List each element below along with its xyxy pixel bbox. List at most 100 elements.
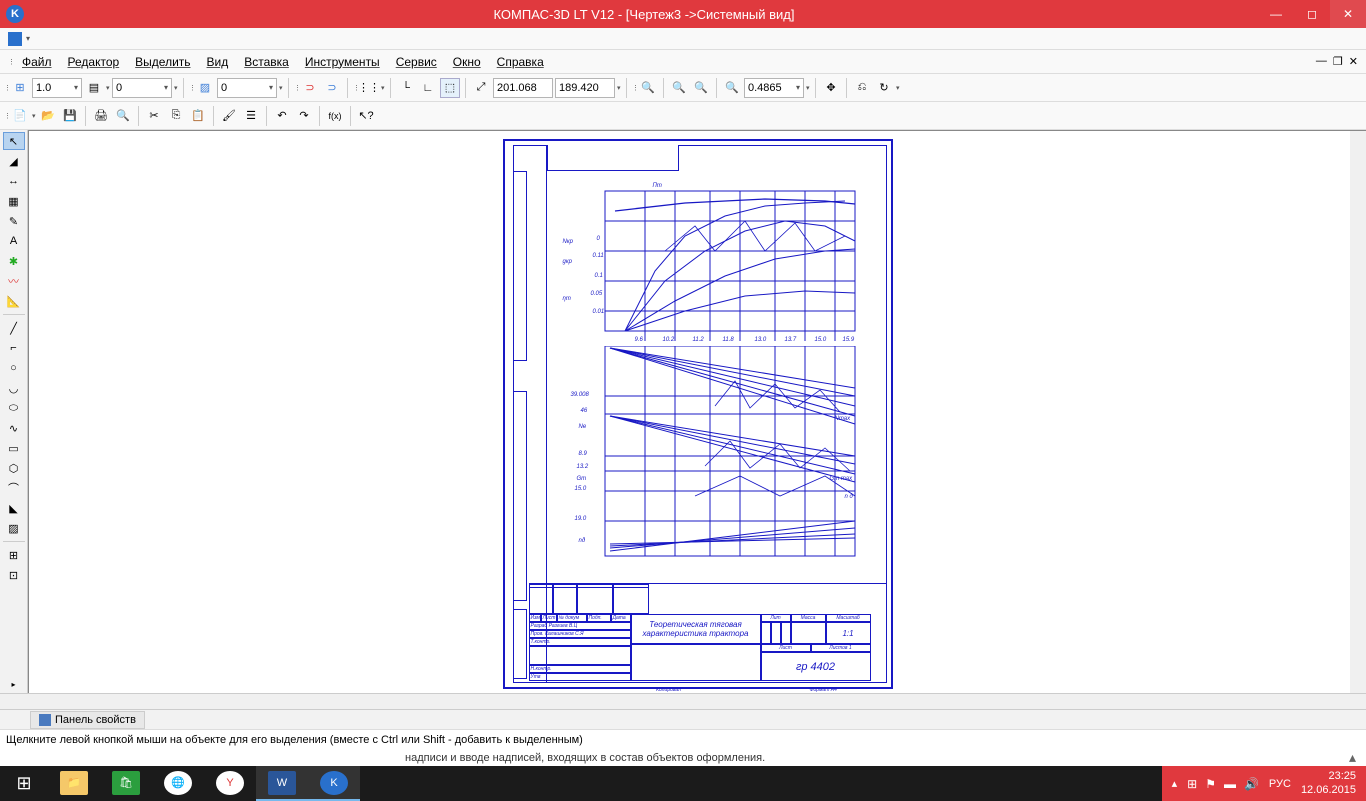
tool-measure[interactable]: 📐 <box>3 292 25 310</box>
toolbar-file: ⋮ 📄 ▾ 📂 💾 🖨 🔍 ✂ ⎘ 📋 🖌 ☰ ↶ ↷ f(x) ↖? <box>0 102 1366 130</box>
maximize-button[interactable]: ◻ <box>1294 0 1330 28</box>
snap-icon[interactable]: ⊞ <box>10 78 30 98</box>
mdi-minimize[interactable]: — <box>1316 55 1327 68</box>
task-store[interactable]: 🛍 <box>100 766 152 801</box>
menu-insert[interactable]: Вставка <box>238 52 295 72</box>
tool-rect[interactable]: ▭ <box>3 439 25 457</box>
tool-a2[interactable]: ⊡ <box>3 566 25 584</box>
chart-upper: Пт Nкр gкр ηт 0 0.11 0.1 0.05 0.01 9.6 1… <box>565 181 865 346</box>
horizontal-scrollbar[interactable] <box>0 693 1366 709</box>
tool-a1[interactable]: ⊞ <box>3 546 25 564</box>
tray-network-icon[interactable]: ▬ <box>1224 777 1236 791</box>
tray-lang[interactable]: РУС <box>1269 778 1291 790</box>
qa-icon[interactable] <box>8 32 22 46</box>
fx-icon[interactable]: f(x) <box>325 106 345 126</box>
tray-flag-icon[interactable]: ⚑ <box>1205 777 1216 791</box>
help-pointer-icon[interactable]: ↖? <box>356 106 376 126</box>
tool-circle[interactable]: ○ <box>3 359 25 377</box>
xy-icon[interactable]: ⤢ <box>471 78 491 98</box>
tray-volume-icon[interactable]: 🔊 <box>1244 777 1259 791</box>
zoom-scale-icon[interactable]: 🔍 <box>722 78 742 98</box>
tool-spline[interactable]: 〰 <box>3 272 25 290</box>
coord-x-field[interactable]: 201.068 <box>493 78 553 98</box>
properties-tab[interactable]: Панель свойств <box>30 711 145 729</box>
style-combo[interactable]: 0▾ <box>112 78 172 98</box>
tool-edit[interactable]: ✎ <box>3 212 25 230</box>
toolbox-expand[interactable]: ▸ <box>3 675 25 693</box>
menu-select[interactable]: Выделить <box>129 52 196 72</box>
tool-polygon[interactable]: ⬡ <box>3 459 25 477</box>
canvas[interactable]: Пт Nкр gкр ηт 0 0.11 0.1 0.05 0.01 9.6 1… <box>28 130 1366 693</box>
zoom-out-icon[interactable]: 🔍 <box>691 78 711 98</box>
layer-icon[interactable]: ▤ <box>84 78 104 98</box>
close-button[interactable]: ✕ <box>1330 0 1366 28</box>
coord-y-field[interactable]: 189.420 <box>555 78 615 98</box>
titlebar: K КОМПАС-3D LT V12 - [Чертеж3 ->Системны… <box>0 0 1366 28</box>
menu-window[interactable]: Окно <box>447 52 487 72</box>
tool-geometry[interactable]: ◢ <box>3 152 25 170</box>
undo-icon[interactable]: ↶ <box>272 106 292 126</box>
round-icon[interactable]: ⬚ <box>440 78 460 98</box>
zoom-in-icon[interactable]: 🔍 <box>669 78 689 98</box>
task-explorer[interactable]: 📁 <box>48 766 100 801</box>
tool-dimension[interactable]: ↔ <box>3 172 25 190</box>
zoom-combo[interactable]: 0.4865▾ <box>744 78 804 98</box>
tool-bezier[interactable]: ∿ <box>3 419 25 437</box>
grid-icon[interactable]: ⋮⋮ <box>359 78 379 98</box>
mdi-close[interactable]: ✕ <box>1349 55 1358 68</box>
magnet-off-icon[interactable]: ⊃ <box>322 78 342 98</box>
tool-polyline[interactable]: ⌐ <box>3 339 25 357</box>
start-button[interactable]: ⊞ <box>0 766 48 801</box>
preview-icon[interactable]: 🔍 <box>113 106 133 126</box>
menu-service[interactable]: Сервис <box>390 52 443 72</box>
tool-select[interactable]: ↖ <box>3 132 25 150</box>
tool-line[interactable]: ╱ <box>3 319 25 337</box>
menu-tools[interactable]: Инструменты <box>299 52 386 72</box>
brush-icon[interactable]: 🖌 <box>219 106 239 126</box>
tool-text[interactable]: A <box>3 232 25 250</box>
cut-icon[interactable]: ✂ <box>144 106 164 126</box>
view-update-icon[interactable]: ↻ <box>874 78 894 98</box>
menu-edit[interactable]: Редактор <box>62 52 126 72</box>
task-word[interactable]: W <box>256 766 308 801</box>
ortho-icon[interactable]: └ <box>396 78 416 98</box>
statusbar-secondary: надписи и вводе надписей, входящих в сос… <box>0 749 1366 766</box>
minimize-button[interactable]: — <box>1258 0 1294 28</box>
menu-file[interactable]: Файл <box>16 52 58 72</box>
tray-clock[interactable]: 23:25 12.06.2015 <box>1301 770 1356 796</box>
tool-ellipse[interactable]: ⬭ <box>3 399 25 417</box>
layer-combo[interactable]: 0▾ <box>217 78 277 98</box>
tray-up-icon[interactable]: ▴ <box>1172 777 1178 790</box>
tool-grid[interactable]: ▦ <box>3 192 25 210</box>
task-kompas[interactable]: K <box>308 766 360 801</box>
menu-help[interactable]: Справка <box>491 52 550 72</box>
copy-icon[interactable]: ⎘ <box>166 106 186 126</box>
save-icon[interactable]: 💾 <box>60 106 80 126</box>
tool-arc[interactable]: ◡ <box>3 379 25 397</box>
zoom-fit-icon[interactable]: 🔍 <box>638 78 658 98</box>
view-prev-icon[interactable]: ⎌ <box>852 78 872 98</box>
props-icon[interactable]: ☰ <box>241 106 261 126</box>
tool-hatch[interactable]: ▨ <box>3 519 25 537</box>
pan-icon[interactable]: ✥ <box>821 78 841 98</box>
tool-fillet[interactable]: ⌒ <box>3 479 25 497</box>
tray-action-icon[interactable]: ⊞ <box>1187 777 1197 791</box>
task-chrome[interactable]: 🌐 <box>152 766 204 801</box>
vertical-scrollbar[interactable] <box>1350 131 1366 693</box>
statusbar: Щелкните левой кнопкой мыши на объекте д… <box>0 729 1366 749</box>
tool-symbol[interactable]: ✱ <box>3 252 25 270</box>
task-yandex[interactable]: Y <box>204 766 256 801</box>
magnet-on-icon[interactable]: ⊃ <box>300 78 320 98</box>
print-icon[interactable]: 🖨 <box>91 106 111 126</box>
open-icon[interactable]: 📂 <box>38 106 58 126</box>
tool-chamfer[interactable]: ◣ <box>3 499 25 517</box>
hatch-icon[interactable]: ▨ <box>195 78 215 98</box>
menu-handle[interactable]: ⋮ <box>8 58 12 66</box>
paste-icon[interactable]: 📋 <box>188 106 208 126</box>
coord-icon[interactable]: ∟ <box>418 78 438 98</box>
menu-view[interactable]: Вид <box>201 52 235 72</box>
redo-icon[interactable]: ↷ <box>294 106 314 126</box>
mdi-restore[interactable]: ❐ <box>1333 55 1343 68</box>
new-icon[interactable]: 📄 <box>10 106 30 126</box>
line-weight-combo[interactable]: 1.0▾ <box>32 78 82 98</box>
